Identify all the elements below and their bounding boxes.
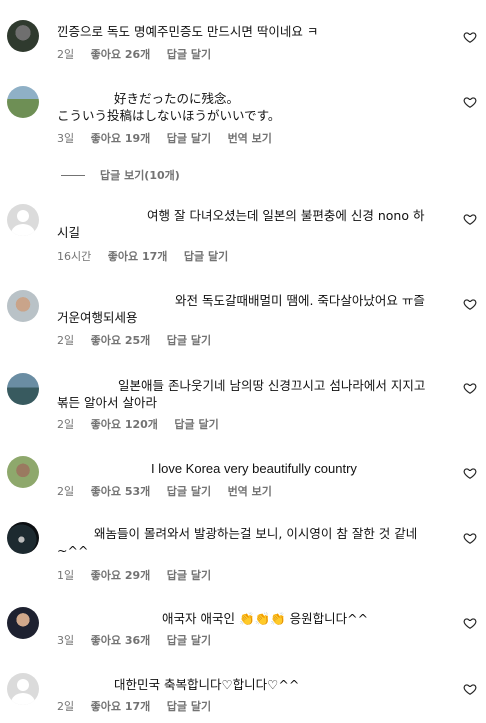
reply-button[interactable]: 답글 달기 [167, 700, 211, 713]
heart-outline-icon[interactable] [463, 30, 477, 44]
comment-meta: 3일 좋아요 19개 답글 달기 번역 보기 [57, 132, 285, 146]
translate-button[interactable]: 번역 보기 [228, 485, 272, 498]
comment-time: 3일 [57, 132, 75, 145]
comment-text: 애국자 애국인 👏👏👏 응원합니다^^ [57, 610, 434, 627]
like-count[interactable]: 좋아요 29개 [91, 569, 151, 582]
comment-text: 好きだったのに残念。 こういう投稿はしないほうがいいです。 [57, 90, 434, 124]
comment-meta: 2일 좋아요 120개 답글 달기 [57, 418, 232, 432]
heart-outline-icon[interactable] [463, 616, 477, 630]
comment-time: 2일 [57, 485, 75, 498]
avatar[interactable] [7, 673, 39, 705]
like-count[interactable]: 좋아요 19개 [91, 132, 151, 145]
comment-time: 3일 [57, 634, 75, 647]
comment-text: 낀증으로 독도 명예주민증도 만드시면 딱이네요 ㅋ [57, 24, 319, 39]
comment-meta: 1일 좋아요 29개 답글 달기 [57, 569, 224, 583]
comment-text-part: 애국자 애국인 [162, 611, 239, 626]
avatar[interactable] [7, 373, 39, 405]
comment-text: 와전 독도갈때배멀미 땜에. 죽다살아났어요 ㅠ즐거운여행되세용 [57, 293, 425, 325]
heart-outline-icon[interactable] [463, 682, 477, 696]
comment-time: 16시간 [57, 250, 92, 263]
avatar[interactable] [7, 204, 39, 236]
comment-text: 왜놈들이 몰려와서 발광하는걸 보니, 이시영이 참 잘한 것 같네~^^ [57, 526, 418, 558]
avatar[interactable] [7, 522, 39, 554]
like-count[interactable]: 좋아요 25개 [91, 334, 151, 347]
comment-time: 2일 [57, 418, 75, 431]
avatar[interactable] [7, 607, 39, 639]
reply-button[interactable]: 답글 달기 [167, 132, 211, 145]
reply-button[interactable]: 답글 달기 [167, 569, 211, 582]
comment-text-line: こういう投稿はしないほうがいいです。 [57, 108, 281, 123]
comment-time: 2일 [57, 48, 75, 61]
comment-text-part: 응원합니다^^ [285, 611, 369, 626]
heart-outline-icon[interactable] [463, 297, 477, 311]
like-count[interactable]: 좋아요 36개 [91, 634, 151, 647]
reply-button[interactable]: 답글 달기 [167, 485, 211, 498]
view-replies-button[interactable]: 답글 보기(10개) [61, 167, 180, 183]
comment-meta: 2일 좋아요 53개 답글 달기 번역 보기 [57, 485, 285, 499]
avatar[interactable] [7, 86, 39, 118]
view-replies-label: 답글 보기(10개) [100, 169, 180, 182]
reply-button[interactable]: 답글 달기 [167, 334, 211, 347]
heart-outline-icon[interactable] [463, 531, 477, 545]
like-count[interactable]: 좋아요 17개 [108, 250, 168, 263]
like-count[interactable]: 좋아요 53개 [91, 485, 151, 498]
reply-button[interactable]: 답글 달기 [184, 250, 228, 263]
heart-outline-icon[interactable] [463, 381, 477, 395]
comment-text: 일본애들 존나웃기네 남의땅 신경끄시고 섬나라에서 지지고볶든 알아서 살아라 [57, 378, 426, 410]
heart-outline-icon[interactable] [463, 212, 477, 226]
avatar[interactable] [7, 456, 39, 488]
comment-text: 대한민국 축복합니다♡합니다♡^^ [114, 677, 300, 692]
comment-meta: 3일 좋아요 36개 답글 달기 [57, 634, 224, 648]
reply-button[interactable]: 답글 달기 [174, 418, 218, 431]
comment-text: 여행 잘 다녀오셨는데 일본의 불편충에 신경 nono 하시길 [57, 208, 425, 240]
replies-divider [61, 174, 85, 176]
translate-button[interactable]: 번역 보기 [228, 132, 272, 145]
comment-meta: 2일 좋아요 17개 답글 달기 [57, 700, 224, 714]
like-count[interactable]: 좋아요 17개 [91, 700, 151, 713]
heart-outline-icon[interactable] [463, 466, 477, 480]
comment-time: 1일 [57, 569, 75, 582]
reply-button[interactable]: 답글 달기 [167, 634, 211, 647]
like-count[interactable]: 좋아요 120개 [91, 418, 158, 431]
comment-time: 2일 [57, 700, 75, 713]
avatar[interactable] [7, 20, 39, 52]
comment-text: I love Korea very beautifully country [151, 461, 357, 476]
comment-text-line: 好きだったのに残念。 [114, 91, 240, 106]
comment-meta: 2일 좋아요 26개 답글 달기 [57, 48, 224, 62]
reply-button[interactable]: 답글 달기 [167, 48, 211, 61]
comment-time: 2일 [57, 334, 75, 347]
clap-emoji: 👏👏👏 [238, 611, 286, 626]
comment-meta: 16시간 좋아요 17개 답글 달기 [57, 250, 241, 264]
comment-meta: 2일 좋아요 25개 답글 달기 [57, 334, 224, 348]
avatar[interactable] [7, 290, 39, 322]
heart-outline-icon[interactable] [463, 95, 477, 109]
like-count[interactable]: 좋아요 26개 [91, 48, 151, 61]
